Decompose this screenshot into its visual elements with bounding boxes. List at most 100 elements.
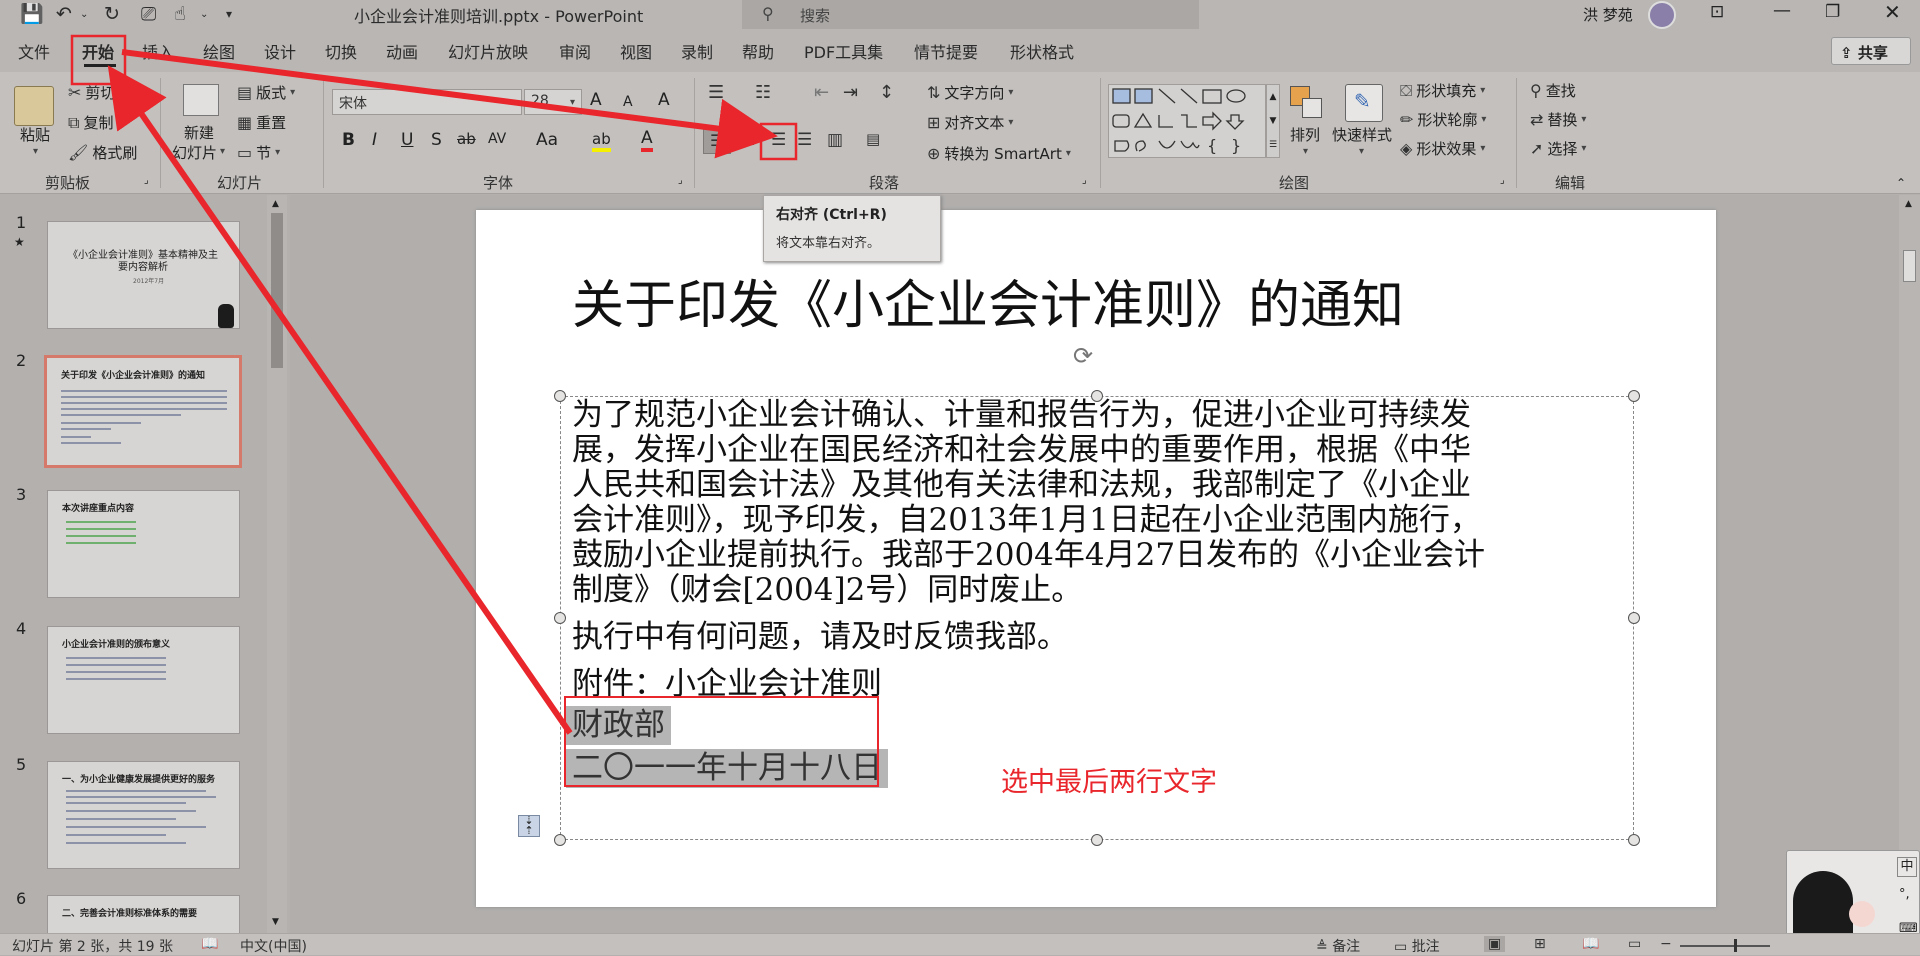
- font-launcher-icon[interactable]: ⌟: [678, 175, 683, 186]
- shapes-gallery[interactable]: {}: [1108, 84, 1266, 158]
- bullets-icon[interactable]: ☰: [708, 84, 724, 102]
- slide-thumbnail-1[interactable]: 《小企业会计准则》基本精神及主要内容解析 2012年7月: [47, 221, 240, 329]
- font-color-button[interactable]: A: [641, 128, 653, 152]
- text-direction-button[interactable]: ⇅ 文字方向 ▾: [927, 82, 1013, 103]
- format-painter-button[interactable]: 🖌 格式刷: [68, 142, 137, 163]
- restore-icon[interactable]: ❐: [1825, 2, 1840, 22]
- comments-button[interactable]: ▭ 批注: [1394, 936, 1440, 956]
- tab-review[interactable]: 审阅: [559, 39, 591, 63]
- shape-outline-button[interactable]: ✏ 形状轮廓 ▾: [1400, 109, 1486, 130]
- slide-thumbnail-5[interactable]: 一、为小企业健康发展提供更好的服务: [47, 761, 240, 869]
- thumbnail-scrollbar[interactable]: ▲ ▼: [267, 195, 287, 933]
- italic-button[interactable]: I: [372, 130, 377, 150]
- ime-mode-label[interactable]: 中: [1897, 857, 1917, 877]
- paste-button[interactable]: 粘贴: [20, 124, 50, 145]
- tab-view[interactable]: 视图: [620, 39, 652, 63]
- tab-storyboard[interactable]: 情节提要: [914, 39, 978, 63]
- drawing-launcher-icon[interactable]: ⌟: [1500, 175, 1505, 186]
- line-spacing-icon[interactable]: ↕: [879, 84, 894, 102]
- tab-design[interactable]: 设计: [264, 39, 296, 63]
- share-button[interactable]: ⇪ 共享: [1831, 37, 1911, 65]
- spellcheck-icon[interactable]: 📖: [201, 936, 218, 952]
- slide-thumbnail-3[interactable]: 本次讲座重点内容: [47, 490, 240, 598]
- current-slide[interactable]: 关于印发《小企业会计准则》的通知 ⟳ 为了规范小企业会计确认、计量和报告行为，促…: [476, 210, 1716, 907]
- quick-styles-dropdown-icon[interactable]: ▾: [1359, 146, 1364, 157]
- slide-thumbnail-4[interactable]: 小企业会计准则的颁布意义: [47, 626, 240, 734]
- shape-fill-button[interactable]: ⛋ 形状填充 ▾: [1400, 80, 1485, 101]
- new-slide-icon[interactable]: [183, 84, 219, 116]
- reset-button[interactable]: ▦ 重置: [237, 112, 286, 133]
- ribbon-display-icon[interactable]: ⊡: [1710, 2, 1724, 22]
- zoom-slider[interactable]: [1680, 945, 1770, 947]
- scroll-up-icon[interactable]: ▲: [272, 199, 279, 209]
- quick-styles-button[interactable]: 快速样式: [1332, 124, 1392, 145]
- slide-thumbnail-2[interactable]: 关于印发《小企业会计准则》的通知: [44, 355, 242, 468]
- new-slide-label-2[interactable]: 幻灯片: [172, 142, 217, 163]
- quick-styles-icon[interactable]: ✎: [1345, 84, 1383, 122]
- customize-qat-icon[interactable]: ▾: [226, 0, 232, 29]
- bold-button[interactable]: B: [342, 130, 355, 150]
- tab-home[interactable]: 开始: [82, 39, 114, 63]
- change-case-button[interactable]: Aa: [536, 130, 558, 150]
- paste-dropdown-icon[interactable]: ▾: [33, 146, 38, 157]
- paragraph-launcher-icon[interactable]: ⌟: [1082, 175, 1087, 186]
- new-slide-dropdown-icon[interactable]: ▾: [220, 146, 225, 157]
- underline-button[interactable]: U: [401, 130, 413, 150]
- arrange-button[interactable]: 排列: [1290, 124, 1320, 145]
- shape-effects-button[interactable]: ◈ 形状效果 ▾: [1400, 138, 1485, 159]
- tab-pdf-tools[interactable]: PDF工具集: [804, 39, 883, 63]
- font-name-combo[interactable]: 宋体: [332, 89, 522, 115]
- slide-thumbnail-6[interactable]: 二、完善会计准则标准体系的需要: [47, 895, 240, 933]
- justify-icon[interactable]: ☰: [797, 132, 812, 149]
- save-icon[interactable]: 💾: [20, 0, 44, 29]
- increase-indent-icon[interactable]: ⇥: [843, 84, 858, 102]
- avatar[interactable]: [1648, 1, 1676, 29]
- arrange-dropdown-icon[interactable]: ▾: [1303, 146, 1308, 157]
- shapes-scroll[interactable]: ▲ ▼ ☰: [1266, 84, 1280, 158]
- resize-handle[interactable]: [1091, 834, 1103, 846]
- layout-button[interactable]: ▤ 版式 ▾: [237, 82, 295, 103]
- font-size-combo[interactable]: 28 ▾: [524, 89, 582, 115]
- slide-sorter-icon[interactable]: ⊞: [1534, 936, 1546, 952]
- tab-help[interactable]: 帮助: [742, 39, 774, 63]
- align-left-button[interactable]: ☰: [703, 128, 731, 154]
- arrange-icon[interactable]: [1290, 86, 1324, 120]
- resize-handle[interactable]: [1628, 390, 1640, 402]
- tab-slideshow[interactable]: 幻灯片放映: [448, 39, 528, 63]
- copy-dropdown-icon[interactable]: ▾: [117, 117, 122, 128]
- touch-dropdown-icon[interactable]: ⌄: [200, 0, 208, 29]
- rotate-handle-icon[interactable]: ⟳: [1073, 342, 1093, 370]
- slide-title[interactable]: 关于印发《小企业会计准则》的通知: [572, 276, 1404, 336]
- slideshow-icon[interactable]: ▭: [1628, 936, 1641, 952]
- reading-view-icon[interactable]: 📖: [1582, 936, 1599, 952]
- vertical-scrollbar[interactable]: ▲: [1899, 195, 1920, 933]
- distribute-icon[interactable]: ▥: [827, 132, 843, 149]
- zoom-out-icon[interactable]: −: [1660, 936, 1672, 952]
- tab-record[interactable]: 录制: [681, 39, 713, 63]
- scroll-up-icon[interactable]: ▲: [1905, 199, 1912, 209]
- char-spacing-button[interactable]: AV: [488, 131, 506, 147]
- highlight-button[interactable]: ab: [592, 130, 611, 152]
- tab-file[interactable]: 文件: [18, 39, 50, 63]
- tab-transitions[interactable]: 切换: [325, 39, 357, 63]
- numbering-icon[interactable]: ☷: [755, 84, 771, 102]
- columns-icon[interactable]: ▤: [866, 132, 880, 147]
- language-status[interactable]: 中文(中国): [240, 936, 307, 956]
- notes-button[interactable]: ≜ 备注: [1316, 936, 1360, 956]
- clipboard-launcher-icon[interactable]: ⌟: [144, 175, 149, 186]
- zoom-slider-thumb[interactable]: [1734, 939, 1737, 952]
- align-right-button[interactable]: ☰: [765, 127, 795, 155]
- copy-button[interactable]: ⧉ 复制 ▾: [68, 112, 122, 133]
- find-button[interactable]: ⚲ 查找: [1530, 80, 1576, 101]
- resize-handle[interactable]: [554, 612, 566, 624]
- strikethrough-button[interactable]: ab: [457, 130, 476, 148]
- tab-animations[interactable]: 动画: [386, 39, 418, 63]
- tab-shape-format[interactable]: 形状格式: [1010, 39, 1074, 63]
- replace-button[interactable]: ⇄ 替换 ▾: [1530, 109, 1586, 130]
- search-box[interactable]: ⚲ 搜索: [742, 0, 1199, 29]
- align-text-button[interactable]: ⊞ 对齐文本 ▾: [927, 112, 1013, 133]
- tab-insert[interactable]: 插入: [142, 39, 174, 63]
- cut-button[interactable]: ✂ 剪切: [68, 82, 115, 103]
- minimize-icon[interactable]: —: [1773, 0, 1791, 21]
- align-center-icon[interactable]: ☰: [740, 132, 755, 149]
